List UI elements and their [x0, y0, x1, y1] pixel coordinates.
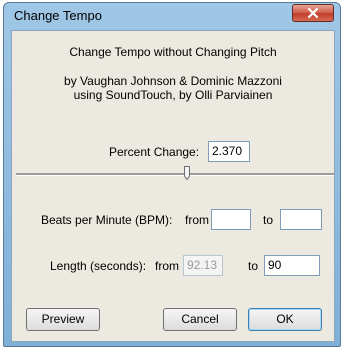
percent-change-label: Percent Change: [109, 145, 200, 159]
close-button[interactable] [292, 4, 334, 22]
credit-line-2: using SoundTouch, by Olli Parviainen [73, 88, 273, 102]
ok-button[interactable]: OK [248, 308, 322, 331]
window-title: Change Tempo [14, 8, 102, 23]
close-icon [308, 8, 318, 18]
length-from-label: from [155, 259, 179, 273]
cancel-button[interactable]: Cancel [163, 308, 237, 331]
slider-thumb[interactable] [184, 166, 190, 180]
bpm-from-label: from [185, 213, 209, 227]
percent-change-slider[interactable] [16, 173, 334, 176]
length-to-label: to [248, 259, 259, 273]
length-from-input: 92.13 [183, 255, 223, 276]
change-tempo-dialog: Change Tempo Change Tempo without Changi… [3, 2, 341, 347]
dialog-heading: Change Tempo without Changing Pitch [69, 45, 277, 59]
title-bar[interactable]: Change Tempo [4, 3, 340, 29]
bpm-label: Beats per Minute (BPM): [41, 213, 173, 227]
bpm-to-input[interactable] [280, 209, 322, 230]
preview-button[interactable]: Preview [26, 308, 100, 331]
credit-line-1: by Vaughan Johnson & Dominic Mazzoni [64, 74, 282, 88]
bpm-from-input[interactable] [211, 209, 251, 230]
length-label: Length (seconds): [50, 259, 147, 273]
length-to-input[interactable]: 90 [264, 255, 320, 276]
percent-change-input[interactable]: 2.370 [208, 141, 250, 162]
dialog-body: Change Tempo without Changing Pitch by V… [11, 30, 335, 342]
bpm-to-label: to [263, 213, 274, 227]
